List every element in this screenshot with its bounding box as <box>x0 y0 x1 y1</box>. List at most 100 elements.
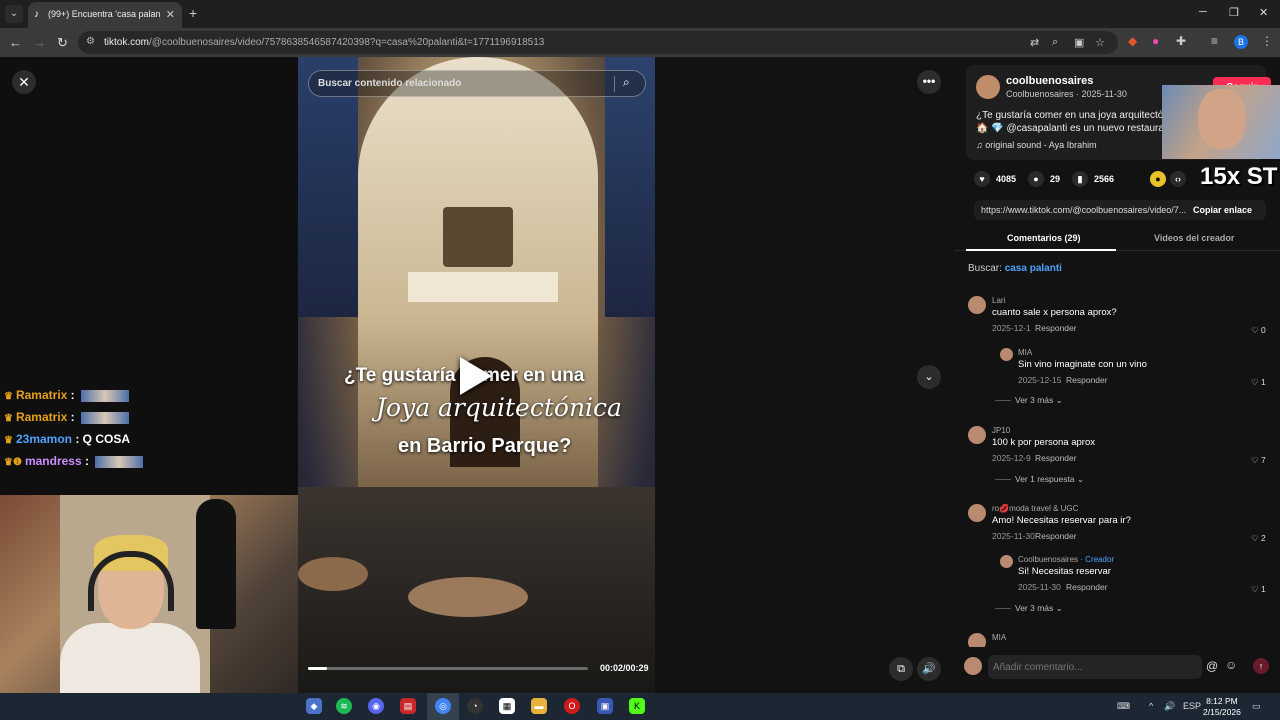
tab-search-button[interactable]: ⌄ <box>5 5 23 23</box>
comment-button[interactable]: ● 29 <box>1028 171 1060 187</box>
app-icon[interactable]: ▣ <box>597 698 613 714</box>
kick-icon[interactable]: K <box>629 698 645 714</box>
active-tab-indicator <box>966 249 1116 251</box>
discord-icon[interactable]: ◉ <box>368 698 384 714</box>
voicemeeter-icon[interactable]: ▤ <box>400 698 416 714</box>
new-tab-button[interactable]: + <box>189 5 197 21</box>
forward-button[interactable]: → <box>33 35 46 50</box>
video-progress-bar[interactable] <box>308 667 588 670</box>
translate-icon[interactable]: ⇄ <box>1030 36 1039 49</box>
capcut-icon[interactable]: ▦ <box>499 698 515 714</box>
tiktok-icon: ♪ <box>34 9 39 20</box>
next-video-button[interactable]: ⌄ <box>917 365 941 389</box>
user-avatar <box>964 657 982 675</box>
chrome-icon[interactable]: ◎ <box>435 698 451 714</box>
post-meta: Coolbuenosaires · 2025-11-30 <box>1006 89 1127 99</box>
emote-image <box>81 411 129 424</box>
chat-line: ♛ Ramatrix : <box>4 388 129 402</box>
comment-like[interactable]: ♡ 1 <box>1251 584 1266 595</box>
back-button[interactable]: ← <box>9 35 22 50</box>
comment-item: JP10 100 k por persona aprox 2025-12-9 R… <box>968 426 1268 466</box>
video-player[interactable]: Buscar contenido relacionado ⌕ ¿Te gusta… <box>298 57 655 693</box>
search-query-link[interactable]: casa palanti <box>1005 263 1062 274</box>
save-button[interactable]: ▮ 2566 <box>1072 171 1114 187</box>
reply-button[interactable]: Responder <box>1035 323 1077 333</box>
post-description: ¿Te gustaría comer en una joya arquitect… <box>976 110 1182 121</box>
like-button[interactable]: ♥ 4085 <box>974 171 1016 187</box>
creator-username[interactable]: coolbuenosaires <box>1006 75 1093 87</box>
tray-expand-icon[interactable]: ^ <box>1149 701 1153 711</box>
spotify-icon[interactable]: ≋ <box>336 698 352 714</box>
minimize-button[interactable]: ─ <box>1199 6 1207 18</box>
reply-button[interactable]: Responder <box>1066 375 1108 385</box>
view-more-replies[interactable]: Ver 3 más ⌄ <box>995 603 1063 614</box>
close-window-button[interactable]: ✕ <box>1259 6 1268 19</box>
related-search-input[interactable]: Buscar contenido relacionado ⌕ <box>308 70 646 97</box>
notifications-icon[interactable]: ▭ <box>1252 701 1261 712</box>
site-info-icon[interactable]: ⚙ <box>86 36 95 47</box>
clock[interactable]: 8:12 PM 2/15/2026 <box>1203 696 1241 718</box>
reply-button[interactable]: Responder <box>1035 531 1077 541</box>
reply-button[interactable]: Responder <box>1066 582 1108 592</box>
commenter-avatar[interactable] <box>968 504 986 522</box>
emoji-icon[interactable]: ☺ <box>1225 658 1237 672</box>
language-indicator[interactable]: ESP <box>1183 701 1201 711</box>
close-video-button[interactable]: ✕ <box>12 70 36 94</box>
opera-icon[interactable]: O <box>564 698 580 714</box>
commenter-avatar[interactable] <box>1000 555 1013 568</box>
sound-link[interactable]: ♫ original sound - Aya Ibrahim <box>976 140 1097 150</box>
file-explorer-icon[interactable]: ▬ <box>531 698 547 714</box>
volume-button[interactable]: 🔊 <box>917 657 941 681</box>
comment-like[interactable]: ♡ 2 <box>1251 533 1266 544</box>
copy-link-button[interactable]: Copiar enlace <box>1193 205 1252 215</box>
comment-like[interactable]: ♡ 0 <box>1251 325 1266 336</box>
view-more-replies[interactable]: Ver 3 más ⌄ <box>995 395 1063 406</box>
extension-color-icon[interactable]: ● <box>1152 34 1159 48</box>
close-tab-icon[interactable]: ✕ <box>166 8 175 21</box>
commenter-avatar[interactable] <box>968 633 986 647</box>
browser-tab[interactable]: ♪ (99+) Encuentra 'casa palanti' en TikT… <box>28 2 182 28</box>
url-field[interactable]: ⚙ tiktok.com/@coolbuenosaires/video/7578… <box>78 31 1118 54</box>
chat-line: ♛ Ramatrix : <box>4 410 129 424</box>
extensions-puzzle-icon[interactable]: ✚ <box>1176 34 1186 48</box>
stream-overlay-text: 15x ST <box>1200 163 1278 190</box>
extension-fox-icon[interactable]: ◆ <box>1128 34 1137 48</box>
comment-input[interactable] <box>988 655 1202 679</box>
obs-icon[interactable]: ◔ <box>467 698 483 714</box>
floating-player-button[interactable]: ⧉ <box>889 657 913 681</box>
comment-like[interactable]: ♡ 1 <box>1251 377 1266 388</box>
reload-button[interactable]: ↻ <box>57 35 68 51</box>
bookmark-star-icon[interactable]: ☆ <box>1095 36 1105 49</box>
creator-avatar[interactable] <box>976 75 1000 99</box>
comment-like[interactable]: ♡ 7 <box>1251 455 1266 466</box>
progress-fill <box>308 667 328 670</box>
copilot-icon[interactable]: ◆ <box>306 698 322 714</box>
coin-button[interactable]: ● <box>1150 171 1172 187</box>
search-icon[interactable]: ⌕ <box>623 75 630 90</box>
embed-button[interactable]: ‹› <box>1170 171 1192 187</box>
tab-comments[interactable]: Comentarios (29) <box>1007 233 1081 243</box>
restore-button[interactable]: ❐ <box>1229 6 1239 19</box>
commenter-avatar[interactable] <box>968 296 986 314</box>
more-options-button[interactable]: ••• <box>917 70 941 94</box>
reply-button[interactable]: Responder <box>1035 453 1077 463</box>
media-controls-icon[interactable]: ≡ <box>1211 34 1218 48</box>
commenter-avatar[interactable] <box>968 426 986 444</box>
browser-menu-icon[interactable]: ⋮ <box>1261 34 1273 48</box>
mention-icon[interactable]: @ <box>1206 659 1218 673</box>
profile-avatar[interactable]: B <box>1234 35 1248 49</box>
view-more-replies[interactable]: Ver 1 respuesta ⌄ <box>995 474 1084 485</box>
share-link[interactable]: https://www.tiktok.com/@coolbuenosaires/… <box>981 205 1186 215</box>
keyboard-icon[interactable]: ⌨ <box>1117 701 1130 712</box>
reply-item: MIA Sin vino imaginate con un vino 2025-… <box>1000 348 1268 388</box>
badge-icon: ♛ <box>4 413 13 424</box>
commenter-avatar[interactable] <box>1000 348 1013 361</box>
panel-tabs: Comentarios (29) Videos del creador <box>954 225 1280 251</box>
install-app-icon[interactable]: ▣ <box>1074 36 1084 49</box>
send-comment-button[interactable]: ↑ <box>1253 658 1269 674</box>
play-icon[interactable] <box>460 357 492 395</box>
speaker-icon[interactable]: 🔊 <box>1164 701 1175 712</box>
chat-line: ♛❶ mandress : <box>4 454 144 468</box>
zoom-icon[interactable]: ⌕ <box>1052 36 1058 49</box>
tab-creator-videos[interactable]: Videos del creador <box>1154 233 1234 243</box>
